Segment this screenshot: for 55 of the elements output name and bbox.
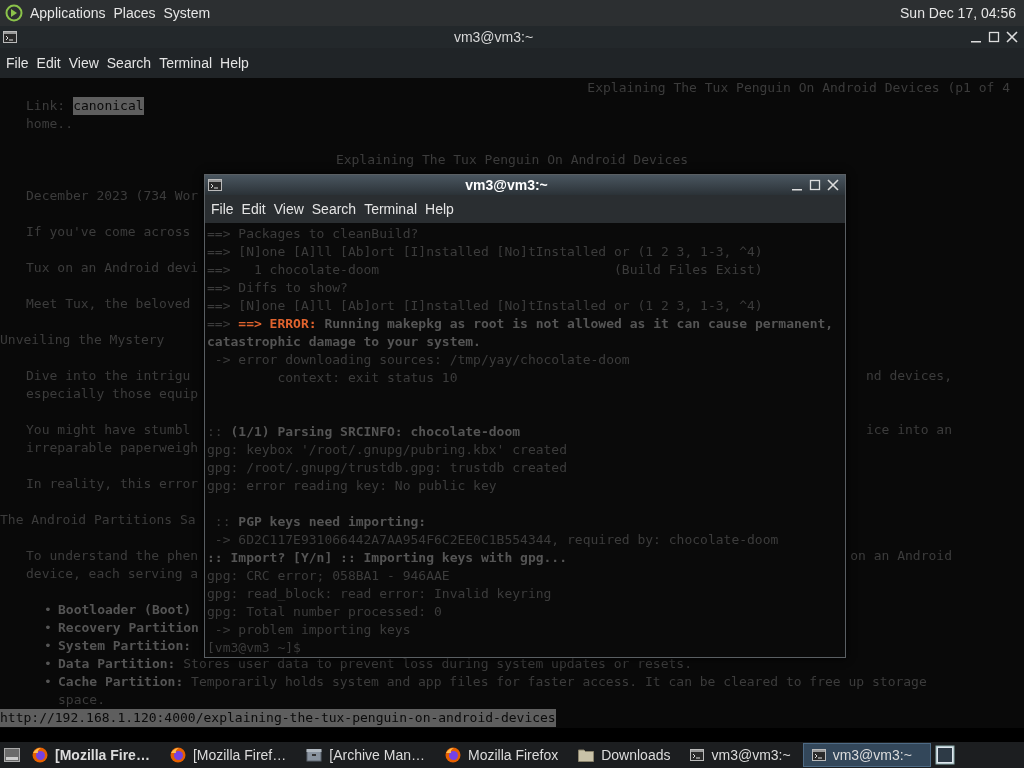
close-button[interactable]	[827, 179, 839, 191]
menu-item[interactable]: Edit	[32, 55, 65, 71]
terminal-icon	[3, 31, 17, 43]
firefox-icon	[32, 747, 48, 763]
menu-item[interactable]: Terminal	[155, 55, 217, 71]
folder-icon	[578, 748, 595, 762]
taskbar-button[interactable]: [Mozilla Firef…	[161, 743, 295, 767]
terminal-line: Bootloader (Boot)	[58, 601, 192, 619]
terminal-line: ==> ==> ERROR: Running makepkg as root is not allowed as it can cause permanent,	[207, 315, 834, 333]
panel-menu[interactable]: Applications	[29, 5, 107, 21]
menu-item[interactable]: View	[269, 201, 308, 217]
taskbar-button[interactable]: [Archive Man…	[298, 743, 433, 767]
status-url: http://192.168.1.120:4000/explaining-the-tux-penguin-on-android-devices	[0, 709, 556, 727]
taskbar-button[interactable]: Downloads	[570, 743, 679, 767]
maximize-button[interactable]	[988, 31, 1000, 43]
taskbar-button[interactable]: vm3@vm3:~	[682, 743, 799, 767]
menu-item[interactable]: Help	[216, 55, 253, 71]
taskbar-button[interactable]: Mozilla Firefox	[436, 743, 567, 767]
bullet-marker: •	[44, 673, 53, 691]
archive-icon	[306, 748, 323, 762]
menu-item[interactable]: File	[207, 201, 238, 217]
menu-item[interactable]: Terminal	[360, 201, 422, 217]
terminal-line: :: (1/1) Parsing SRCINFO: chocolate-doom	[207, 423, 521, 441]
menu-item[interactable]: Help	[421, 201, 458, 217]
show-desktop-icon[interactable]	[4, 748, 20, 762]
menu-item[interactable]: Search	[102, 55, 156, 71]
menu-item[interactable]: View	[64, 55, 103, 71]
terminal-line: System Partition:	[58, 637, 192, 655]
panel-menu[interactable]: System	[162, 5, 212, 21]
maximize-button[interactable]	[809, 179, 821, 191]
firefox-icon	[169, 747, 186, 763]
terminal-icon	[690, 749, 705, 761]
terminal-icon	[811, 749, 826, 761]
bullet-marker: •	[44, 655, 53, 673]
bullet-marker: •	[44, 637, 53, 655]
panel-menu[interactable]: Places	[112, 5, 157, 21]
taskbar-button[interactable]: vm3@vm3:~	[802, 743, 931, 767]
window-title: vm3@vm3:~	[452, 29, 535, 45]
menu-item[interactable]: Edit	[237, 201, 270, 217]
firefox-icon	[444, 747, 461, 763]
terminal-icon	[208, 179, 222, 191]
taskbar-button[interactable]: [Mozilla Fire…	[24, 743, 158, 767]
workspace-switcher-icon[interactable]	[934, 745, 955, 765]
distro-logo-icon[interactable]	[5, 4, 23, 22]
menu-item[interactable]: Search	[307, 201, 361, 217]
bullet-marker: •	[44, 619, 53, 637]
bullet-marker: •	[44, 601, 53, 619]
menu-item[interactable]: File	[2, 55, 33, 71]
terminal-line: catastrophic damage to your system.	[207, 333, 481, 351]
close-button[interactable]	[1006, 31, 1018, 43]
clock[interactable]: Sun Dec 17, 04:56	[900, 5, 1016, 21]
window-title: vm3@vm3:~	[464, 177, 549, 193]
terminal-line: :: Import? [Y/n] :: Importing keys with gpg...	[207, 549, 568, 567]
terminal-line: Recovery Partition	[58, 619, 199, 637]
terminal-line: :: PGP keys need importing:	[213, 513, 427, 531]
